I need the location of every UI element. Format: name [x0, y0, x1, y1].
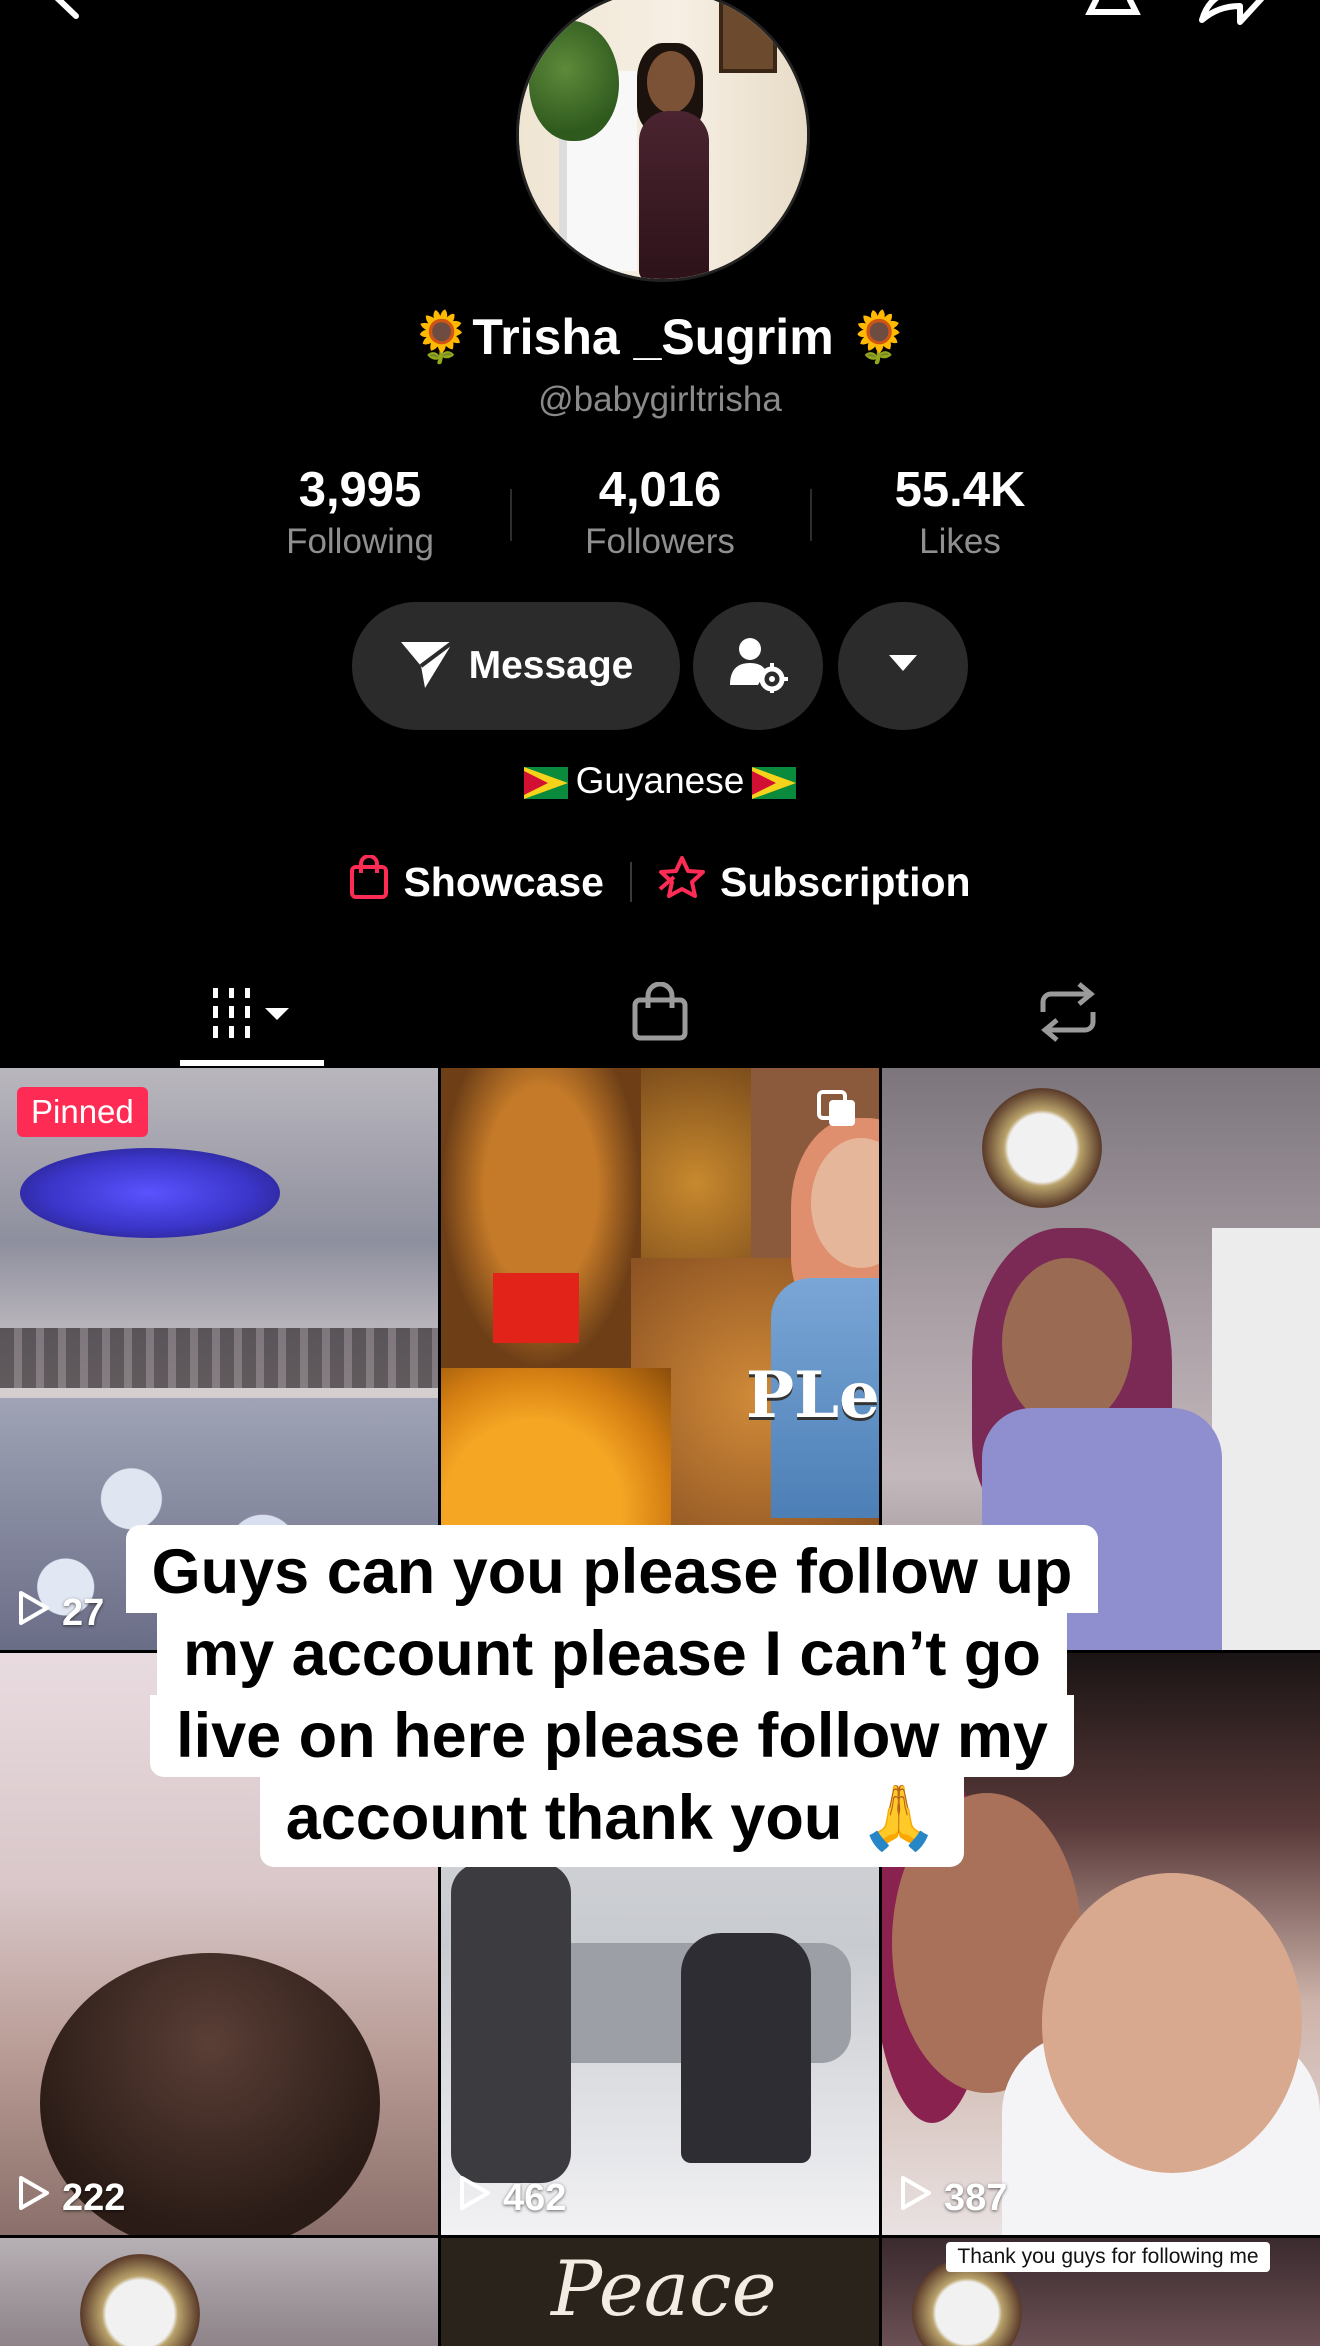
repost-icon: [1035, 981, 1101, 1047]
bell-icon[interactable]: [1082, 0, 1144, 31]
subscription-label: Subscription: [719, 858, 971, 905]
view-count-value: 387: [944, 2176, 1008, 2219]
stat-label: Followers: [585, 522, 735, 561]
caption-line: account thank you 🙏: [259, 1777, 965, 1867]
view-count: 462: [459, 2175, 566, 2221]
grid-videos-icon: [207, 984, 297, 1045]
active-tab-indicator: [180, 1060, 324, 1066]
stat-followers[interactable]: 4,016 Followers: [530, 462, 790, 562]
showcase-link[interactable]: Showcase: [349, 854, 604, 909]
profile-handle: @babygirltrisha: [538, 380, 782, 419]
profile-links: Showcase Subscription: [0, 854, 1320, 909]
tab-videos[interactable]: [180, 960, 324, 1068]
share-icon[interactable]: [1196, 0, 1266, 31]
more-options-dropdown[interactable]: [838, 602, 968, 730]
view-count: 387: [900, 2175, 1007, 2221]
stat-value: 3,995: [298, 463, 422, 517]
stat-likes[interactable]: 55.4K Likes: [830, 462, 1090, 562]
shopping-bag-icon: [349, 854, 403, 909]
caret-down-icon: [889, 654, 917, 678]
play-icon: [18, 2175, 62, 2221]
showcase-label: Showcase: [403, 858, 604, 905]
view-count-value: 462: [503, 2176, 567, 2219]
stat-value: 55.4K: [894, 463, 1026, 517]
guyana-flag-icon: [523, 767, 568, 800]
play-icon: [18, 1590, 62, 1636]
tab-shop[interactable]: [600, 960, 720, 1068]
video-thumbnail[interactable]: Peace: [441, 2238, 879, 2346]
paper-plane-icon: [399, 638, 455, 695]
stat-divider: [510, 489, 512, 541]
view-count: 222: [18, 2175, 125, 2221]
pinned-badge: Pinned: [17, 1087, 148, 1137]
view-count-value: 27: [62, 1591, 105, 1634]
video-thumbnail[interactable]: [0, 2238, 438, 2346]
profile-avatar[interactable]: [516, 0, 810, 282]
thumbnail-caption: Thank you guys for following me: [946, 2242, 1270, 2272]
links-divider: [629, 862, 632, 902]
caption-line: Guys can you please follow up: [125, 1525, 1099, 1613]
stat-label: Following: [286, 522, 434, 561]
bio-text: Guyanese: [575, 760, 745, 801]
play-icon: [900, 2175, 944, 2221]
message-button-label: Message: [468, 644, 634, 687]
play-icon: [459, 2175, 503, 2221]
view-count-value: 222: [62, 2176, 126, 2219]
profile-display-name: 🌻Trisha _Sugrim 🌻: [410, 309, 910, 365]
profile-tabs: [0, 960, 1320, 1068]
caption-line: live on here please follow my: [150, 1695, 1074, 1777]
thumbnail-overlay-text: PLease: [746, 1358, 879, 1433]
stat-label: Likes: [919, 522, 1001, 561]
stat-value: 4,016: [598, 463, 722, 517]
caption-line: my account please I can’t go: [157, 1613, 1067, 1695]
back-icon[interactable]: [44, 0, 84, 25]
caption-overlay: Guys can you please follow up my account…: [110, 1525, 1114, 1867]
subscription-link[interactable]: Subscription: [658, 855, 971, 909]
stat-following[interactable]: 3,995 Following: [230, 462, 490, 562]
manage-friend-button[interactable]: [693, 602, 823, 730]
view-count: 27: [18, 1590, 104, 1636]
guyana-flag-icon: [752, 767, 797, 800]
tab-reposts[interactable]: [1008, 960, 1128, 1068]
shopping-bag-icon: [631, 981, 689, 1047]
user-gear-icon: [728, 635, 788, 698]
thumbnail-overlay-text: Peace: [551, 2244, 777, 2333]
subscription-star-icon: [658, 855, 720, 909]
message-button[interactable]: Message: [352, 602, 680, 730]
video-thumbnail[interactable]: Thank you guys for following me: [882, 2238, 1320, 2346]
stat-divider: [810, 489, 812, 541]
profile-bio: Guyanese: [0, 760, 1320, 802]
photo-carousel-icon: [815, 1088, 859, 1133]
